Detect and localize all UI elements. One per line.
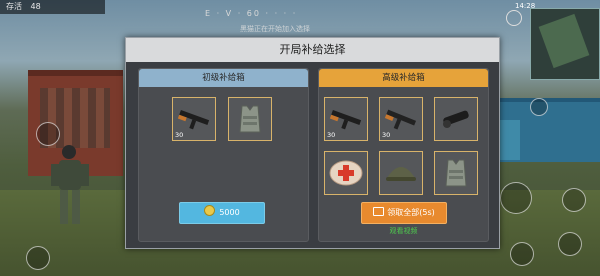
- alive-counter: 存活 48: [0, 0, 105, 14]
- item-rifle[interactable]: 30: [324, 97, 368, 141]
- jump-icon[interactable]: [510, 242, 534, 266]
- team-message: 黑猫正在开始加入选择: [240, 25, 310, 33]
- claim-all-button[interactable]: 领取全部(5s): [361, 202, 447, 224]
- item-rifle[interactable]: 30: [172, 97, 216, 141]
- advanced-supply-panel: 高级补给箱 30 30 领取全部(5s) 观看视频: [318, 68, 489, 242]
- fire-button[interactable]: [500, 182, 532, 214]
- vest-icon: [445, 159, 467, 187]
- minimap[interactable]: [530, 8, 600, 80]
- medkit-icon: [329, 160, 363, 186]
- item-vest[interactable]: [434, 151, 478, 195]
- gear-icon[interactable]: [506, 10, 522, 26]
- item-medkit[interactable]: [324, 151, 368, 195]
- crouch-icon[interactable]: [558, 232, 582, 256]
- advanced-panel-title: 高级补给箱: [319, 69, 488, 87]
- scope-icon: [443, 110, 469, 128]
- item-vest[interactable]: [228, 97, 272, 141]
- alive-label: 存活: [6, 2, 22, 11]
- helmet-icon: [386, 167, 416, 181]
- buy-basic-price: 5000: [219, 208, 240, 217]
- vest-icon: [239, 105, 261, 133]
- coin-icon: [204, 205, 216, 216]
- alive-count: 48: [30, 2, 41, 11]
- prone-icon[interactable]: [562, 188, 586, 212]
- item-qty: 30: [327, 131, 336, 139]
- bag-icon[interactable]: [26, 246, 50, 270]
- item-scope[interactable]: [434, 97, 478, 141]
- player-character: [51, 145, 89, 224]
- claim-all-label: 领取全部(5s): [387, 208, 435, 217]
- buy-basic-button[interactable]: 5000: [179, 202, 265, 224]
- compass: E · V · 60 · · · ·: [205, 9, 298, 18]
- dialog-title: 开局补给选择: [126, 38, 499, 62]
- item-qty: 30: [175, 131, 184, 139]
- video-icon: [373, 207, 385, 216]
- item-helmet[interactable]: [379, 151, 423, 195]
- basic-panel-title: 初级补给箱: [139, 69, 308, 87]
- map-marker-icon[interactable]: [530, 98, 548, 116]
- supply-selection-dialog: 开局补给选择 初级补给箱 30 5000 高级补给箱 30 30 领取全部(5s…: [125, 37, 500, 249]
- basic-supply-panel: 初级补给箱 30 5000: [138, 68, 309, 242]
- item-rifle-2[interactable]: 30: [379, 97, 423, 141]
- item-qty: 30: [382, 131, 391, 139]
- watch-video-hint: 观看视频: [389, 227, 418, 235]
